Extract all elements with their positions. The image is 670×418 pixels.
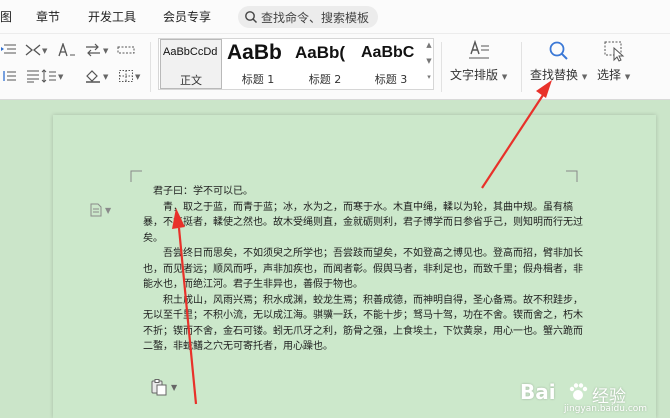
chevron-down-icon[interactable]: ▼	[58, 73, 63, 81]
style-normal[interactable]: AaBbCcDd 正文	[160, 39, 222, 89]
watermark: Bai 经验 jingyan.baidu.com	[520, 380, 648, 414]
document-icon	[90, 203, 102, 217]
paragraph: 积土成山，风雨兴焉；积水成渊，蛟龙生焉；积善成德，而神明自得，圣心备焉。故不积跬…	[143, 294, 583, 353]
text-direction-icon[interactable]	[84, 42, 102, 58]
chevron-down-icon[interactable]: ▼	[424, 57, 434, 65]
chevron-down-icon[interactable]: ▼	[135, 73, 140, 81]
menu-bar: 图 章节 开发工具 会员专享 查找命令、搜索模板	[0, 0, 670, 34]
find-replace-button[interactable]: 查找替换 ▼	[530, 40, 587, 83]
paste-icon	[151, 379, 167, 396]
line-mark-icon[interactable]	[117, 42, 135, 58]
shrink-text-icon[interactable]	[24, 42, 42, 58]
chevron-down-icon: ▼	[581, 73, 588, 81]
indent-icon[interactable]	[0, 42, 18, 58]
style-gallery: AaBbCcDd 正文 AaBb 标题 1 AaBb( 标题 2 AaBbC 标…	[158, 38, 434, 90]
command-search-box[interactable]: 查找命令、搜索模板	[238, 6, 378, 28]
search-icon	[245, 11, 258, 24]
border-icon[interactable]	[117, 68, 135, 84]
chevron-up-icon[interactable]: ▲	[424, 41, 434, 49]
divider	[441, 42, 442, 92]
select-button[interactable]: 选择 ▼	[597, 40, 630, 83]
chevron-down-icon: ▼	[501, 73, 508, 81]
style-gallery-scroll[interactable]: ▲ ▼ ▾	[424, 39, 434, 89]
paw-logo	[569, 383, 588, 400]
search-placeholder: 查找命令、搜索模板	[261, 10, 370, 25]
document-body[interactable]: 君子曰：学不可以已。 青，取之于蓝，而青于蓝；冰，水为之，而寒于水。木直中绳，輮…	[143, 184, 583, 355]
chevron-down-icon[interactable]: ▼	[103, 47, 108, 55]
paragraph: 君子曰：学不可以已。	[153, 186, 253, 197]
paragraph: 青，取之于蓝，而青于蓝；冰，水为之，而寒于水。木直中绳，輮以为轮，其曲中规。虽有…	[143, 201, 583, 244]
shading-fill-icon[interactable]	[84, 68, 102, 84]
select-cursor-icon	[604, 41, 624, 62]
paragraph: 吾尝终日而思矣，不如须臾之所学也；吾尝跂而望矣，不如登高之博见也。登高而招，臂非…	[143, 248, 583, 290]
style-heading-3[interactable]: AaBbC 标题 3	[359, 39, 423, 89]
text-layout-button[interactable]: 文字排版 ▼	[450, 40, 507, 83]
menu-item-dev-tools[interactable]: 开发工具	[88, 0, 136, 34]
paragraph-layout-handle[interactable]: ▼	[90, 203, 111, 217]
chevron-down-icon: ▼	[624, 73, 631, 81]
line-spacing-icon[interactable]	[40, 68, 58, 84]
chevron-down-icon: ▼	[171, 382, 178, 392]
font-size-icon[interactable]	[58, 42, 76, 58]
menu-item-chapter[interactable]: 章节	[36, 0, 60, 34]
style-heading-1[interactable]: AaBb 标题 1	[225, 39, 291, 89]
menu-item-member[interactable]: 会员专享	[163, 0, 211, 34]
paste-options-button[interactable]: ▼	[150, 378, 177, 396]
margin-corner-mark	[130, 170, 142, 182]
chevron-down-icon[interactable]: ▼	[103, 73, 108, 81]
text-layout-icon	[468, 40, 489, 59]
divider	[150, 42, 151, 92]
margin-corner-mark	[566, 170, 578, 182]
chevron-down-icon[interactable]: ▼	[42, 47, 47, 55]
chevron-down-icon: ▼	[105, 205, 112, 215]
expand-icon[interactable]: ▾	[424, 73, 434, 81]
style-heading-2[interactable]: AaBb( 标题 2	[293, 39, 357, 89]
menu-item-image[interactable]: 图	[0, 0, 12, 34]
find-replace-icon	[549, 41, 568, 60]
divider	[521, 42, 522, 92]
align-icon[interactable]	[0, 68, 18, 84]
